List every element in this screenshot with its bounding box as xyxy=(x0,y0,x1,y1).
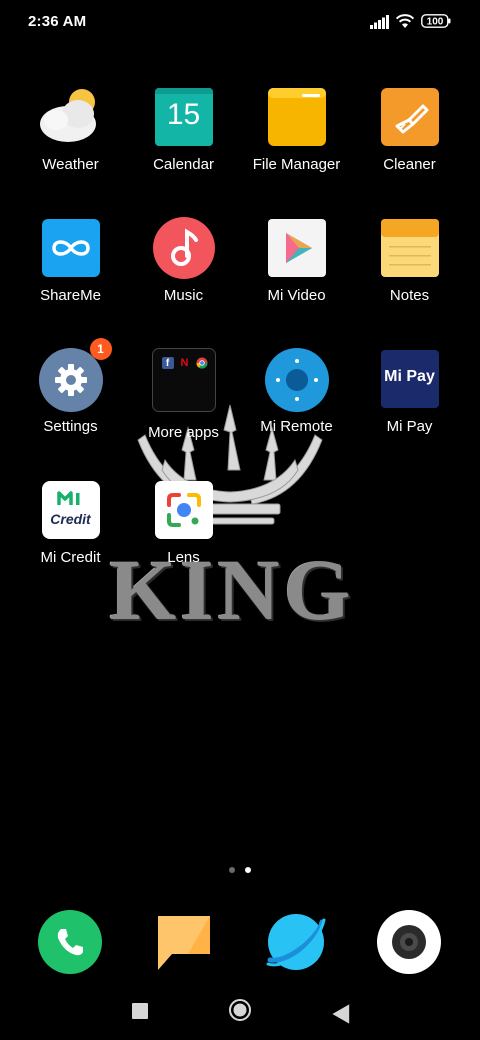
battery-icon: 100 xyxy=(421,14,451,28)
app-label: ShareMe xyxy=(40,287,101,304)
app-label: Mi Pay xyxy=(386,418,433,435)
app-music[interactable]: Music xyxy=(127,217,240,304)
back-icon[interactable] xyxy=(330,1002,354,1026)
app-notes[interactable]: Notes xyxy=(353,219,466,304)
music-note-icon xyxy=(152,217,215,279)
app-label: Mi Credit xyxy=(40,549,101,566)
mipay-icon-text: Mi Pay xyxy=(384,368,435,385)
recents-icon[interactable] xyxy=(132,1003,148,1019)
app-mi-remote[interactable]: Mi Remote xyxy=(240,348,353,435)
calendar-icon: 15 xyxy=(154,88,213,146)
app-label: Cleaner xyxy=(383,156,436,173)
app-calendar[interactable]: 15 Calendar xyxy=(127,88,240,173)
app-mi-credit[interactable]: Credit Mi Credit xyxy=(14,481,127,566)
play-icon xyxy=(267,219,326,277)
app-label: Notes xyxy=(389,287,430,304)
app-label: Lens xyxy=(167,549,200,566)
signal-icon xyxy=(370,15,389,29)
messages-icon[interactable] xyxy=(152,910,216,974)
chrome-icon xyxy=(195,357,208,369)
app-label: Mi Remote xyxy=(260,418,333,435)
remote-icon xyxy=(264,348,329,412)
app-label: Settings xyxy=(43,418,98,435)
app-label: Calendar xyxy=(153,156,214,173)
wifi-icon xyxy=(395,14,415,28)
calendar-date: 15 xyxy=(166,98,201,131)
broom-icon xyxy=(380,88,439,146)
app-mi-video[interactable]: Mi Video xyxy=(240,219,353,304)
home-icon[interactable] xyxy=(228,998,252,1022)
app-label: Mi Video xyxy=(267,287,326,304)
notification-badge: 1 xyxy=(89,338,112,360)
gear-icon: 1 xyxy=(38,338,112,412)
mipay-icon: Mi Pay xyxy=(380,350,439,408)
app-folder-more-apps[interactable]: f N More apps xyxy=(127,348,240,441)
app-mi-pay[interactable]: Mi Pay Mi Pay xyxy=(353,350,466,435)
page-dot-1[interactable] xyxy=(229,867,235,873)
lens-icon xyxy=(154,481,213,539)
app-cleaner[interactable]: Cleaner xyxy=(353,88,466,173)
app-weather[interactable]: Weather xyxy=(14,88,127,173)
camera-icon[interactable] xyxy=(377,910,441,974)
status-bar: 2:36 AM 100 xyxy=(0,0,480,44)
notepad-icon xyxy=(380,219,439,277)
app-label: Music xyxy=(163,287,204,304)
phone-icon[interactable] xyxy=(38,910,102,974)
app-label: File Manager xyxy=(252,156,341,173)
mi-credit-icon-text: Credit xyxy=(50,511,91,527)
infinity-icon xyxy=(41,219,100,277)
app-shareme[interactable]: ShareMe xyxy=(14,219,127,304)
facebook-icon: f xyxy=(161,357,174,369)
app-file-manager[interactable]: File Manager xyxy=(240,88,353,173)
app-lens[interactable]: Lens xyxy=(127,481,240,566)
folder-icon xyxy=(267,88,326,146)
app-label: Weather xyxy=(42,156,99,173)
netflix-icon: N xyxy=(180,357,189,369)
battery-level: 100 xyxy=(427,17,444,28)
app-label: More apps xyxy=(148,424,219,441)
mi-credit-icon: Credit xyxy=(41,481,100,539)
app-settings[interactable]: 1 Settings xyxy=(14,338,127,435)
folder-grid-icon: f N xyxy=(151,348,216,412)
clock: 2:36 AM xyxy=(28,13,87,30)
weather-icon xyxy=(39,88,100,146)
page-dot-2-active[interactable] xyxy=(245,867,251,873)
browser-icon[interactable] xyxy=(264,910,328,974)
